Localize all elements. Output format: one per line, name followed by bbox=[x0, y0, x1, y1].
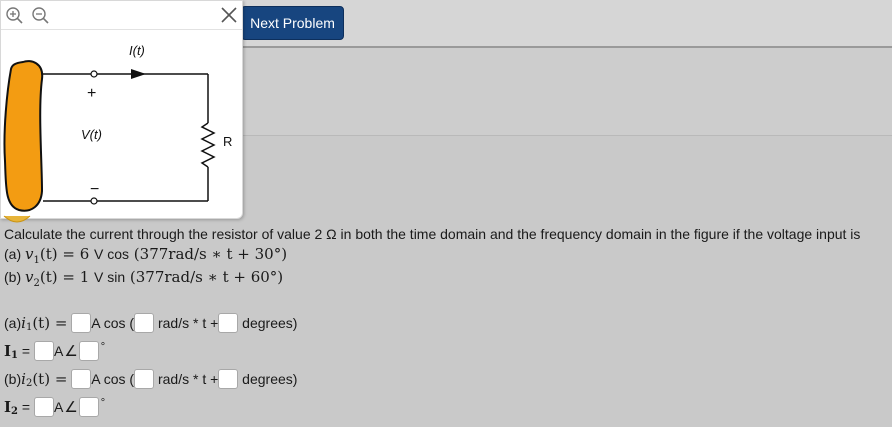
row-b-phasor-unit: A bbox=[53, 399, 64, 415]
row-b-phasor-sub: 2 bbox=[11, 405, 18, 417]
part-a-arg: (377rad/s ∗ t + 30°) bbox=[129, 245, 288, 263]
row-b-degrees-label: degrees) bbox=[242, 371, 298, 387]
figure-popup: I(t) + V(t) − R bbox=[0, 0, 243, 219]
angle-input-a[interactable] bbox=[78, 341, 99, 361]
answer-row-b-phasor: I2 = A ∠ ° bbox=[4, 396, 105, 418]
row-b-suffix: (t) = bbox=[32, 370, 68, 388]
resistor-label: R bbox=[223, 134, 232, 149]
amplitude-input-b[interactable] bbox=[71, 369, 92, 389]
angle-icon: ∠ bbox=[64, 399, 78, 416]
question-prompt: Calculate the current through the resist… bbox=[4, 226, 861, 242]
zoom-out-icon[interactable] bbox=[31, 6, 51, 31]
answer-row-a-time: (a) i 1 (t) = A cos ( rad/s * t + degrees) bbox=[4, 312, 297, 334]
magnitude-input-b[interactable] bbox=[33, 397, 54, 417]
answer-row-b-time: (b) i 2 (t) = A cos ( rad/s * t + degrees) bbox=[4, 368, 297, 390]
part-a-mid: (t) = 6 bbox=[39, 245, 95, 263]
amplitude-input-a[interactable] bbox=[71, 313, 92, 333]
zoom-in-icon[interactable] bbox=[5, 6, 25, 31]
phase-input-a[interactable] bbox=[218, 313, 239, 333]
magnitude-input-a[interactable] bbox=[33, 341, 54, 361]
angle-icon: ∠ bbox=[64, 343, 78, 360]
row-a-degree-symbol: ° bbox=[100, 341, 106, 353]
part-b-prefix: (b) bbox=[4, 269, 25, 285]
row-a-phasor-var: I bbox=[4, 342, 12, 360]
part-a-sub: 1 bbox=[33, 255, 40, 266]
row-b-phasor-eq: = bbox=[21, 399, 31, 415]
row-a-prefix: (a) bbox=[4, 315, 22, 331]
row-b-degree-symbol: ° bbox=[100, 397, 106, 409]
row-b-sub: 2 bbox=[25, 377, 33, 389]
row-b-prefix: (b) bbox=[4, 371, 22, 387]
terminal-bottom bbox=[90, 197, 98, 205]
question-text: Calculate the current through the resist… bbox=[4, 224, 888, 290]
part-b-math: v2(t) = 1 bbox=[25, 268, 95, 289]
row-a-sub: 1 bbox=[25, 321, 33, 333]
voltage-source-shape bbox=[3, 60, 44, 212]
part-b-arg: (377rad/s ∗ t + 60°) bbox=[125, 268, 284, 286]
minus-label: − bbox=[90, 181, 99, 198]
frequency-input-b[interactable] bbox=[134, 369, 155, 389]
voltage-label: V(t) bbox=[81, 127, 102, 142]
row-b-phasor-var: I bbox=[4, 398, 12, 416]
row-a-suffix: (t) = bbox=[32, 314, 68, 332]
row-a-phasor-sub: 1 bbox=[11, 349, 18, 361]
current-label: I(t) bbox=[129, 43, 145, 58]
part-a-math: v1(t) = 6 bbox=[25, 245, 95, 266]
row-b-rads-label: rad/s * t + bbox=[157, 371, 219, 387]
row-a-degrees-label: degrees) bbox=[242, 315, 298, 331]
next-problem-button[interactable]: Next Problem bbox=[241, 6, 344, 40]
row-a-cos-label: A cos ( bbox=[91, 315, 135, 331]
circuit-diagram: I(t) + V(t) − R bbox=[3, 43, 232, 212]
terminal-top bbox=[90, 70, 98, 78]
row-b-cos-label: A cos ( bbox=[91, 371, 135, 387]
phase-input-b[interactable] bbox=[218, 369, 239, 389]
part-a-unit: V cos bbox=[94, 246, 130, 262]
part-b-mid: (t) = 1 bbox=[39, 268, 95, 286]
frequency-input-a[interactable] bbox=[134, 313, 155, 333]
part-b-unit: V sin bbox=[94, 269, 126, 285]
part-b-sub: 2 bbox=[33, 278, 40, 289]
part-a-prefix: (a) bbox=[4, 246, 25, 262]
row-a-rads-label: rad/s * t + bbox=[157, 315, 219, 331]
plus-label: + bbox=[87, 85, 96, 102]
part-b-statement: (b) v2(t) = 1 V sin (377rad/s ∗ t + 60°) bbox=[4, 267, 888, 290]
part-a-statement: (a) v1(t) = 6 V cos (377rad/s ∗ t + 30°) bbox=[4, 244, 888, 267]
current-arrow bbox=[131, 69, 146, 79]
close-icon[interactable] bbox=[220, 6, 238, 29]
answer-row-a-phasor: I1 = A ∠ ° bbox=[4, 340, 105, 362]
resistor-zigzag bbox=[200, 122, 216, 168]
popup-divider bbox=[1, 29, 242, 30]
row-a-phasor-unit: A bbox=[53, 343, 64, 359]
row-a-phasor-eq: = bbox=[21, 343, 31, 359]
angle-input-b[interactable] bbox=[78, 397, 99, 417]
